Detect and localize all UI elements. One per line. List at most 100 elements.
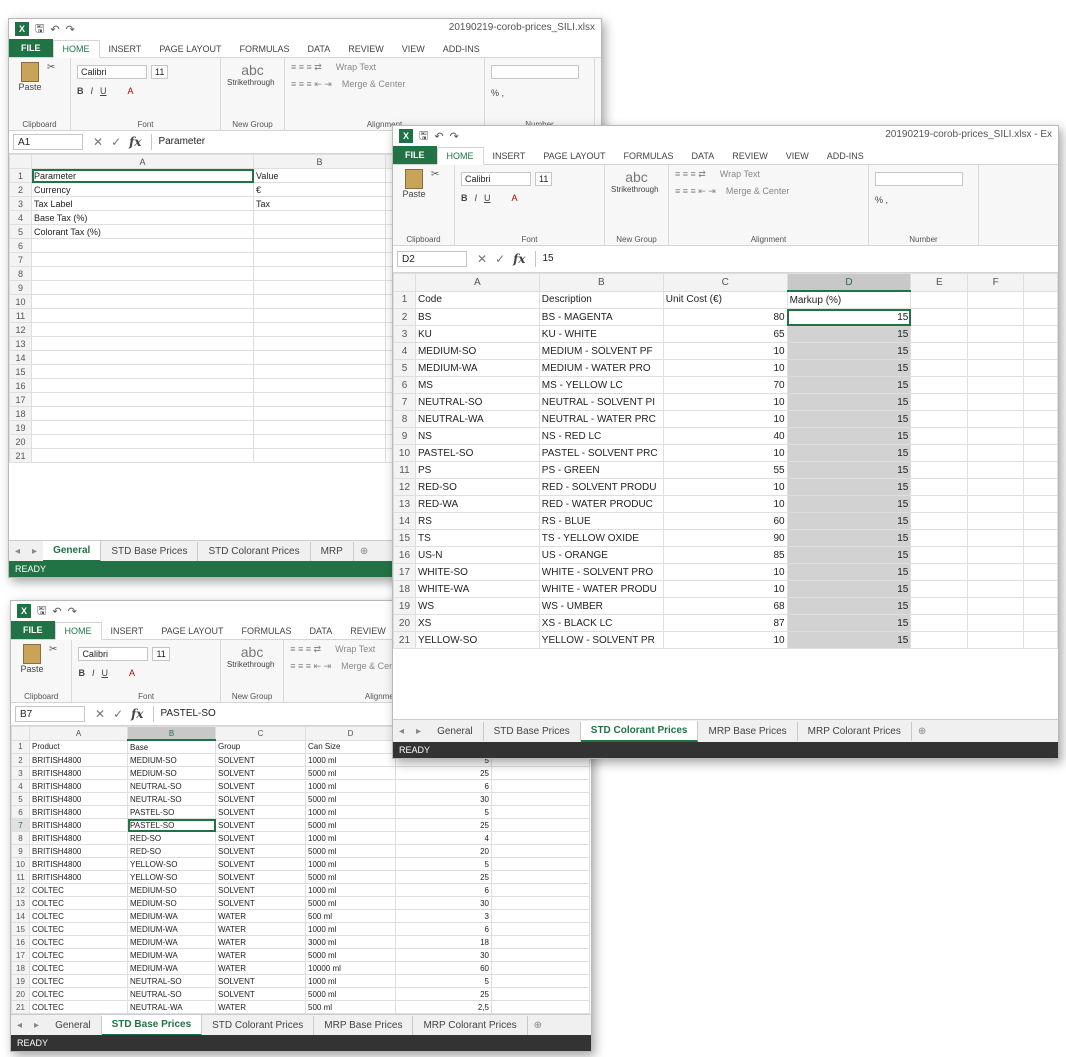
- row-header[interactable]: 5: [393, 359, 416, 377]
- cut-icon[interactable]: ✂: [431, 169, 439, 180]
- cell[interactable]: 3: [395, 909, 492, 923]
- cell[interactable]: 10: [662, 631, 788, 649]
- cell[interactable]: Base Tax (%): [31, 210, 254, 225]
- row-header[interactable]: 13: [9, 336, 32, 351]
- row-header[interactable]: 21: [9, 448, 32, 463]
- save-icon[interactable]: 🖫: [37, 602, 46, 621]
- cell[interactable]: Currency: [31, 182, 254, 197]
- cell[interactable]: COLTEC: [29, 896, 128, 910]
- cell[interactable]: [31, 420, 254, 435]
- cell[interactable]: [491, 909, 590, 923]
- row-header[interactable]: 2: [11, 753, 30, 767]
- cell[interactable]: 15: [786, 359, 912, 377]
- row-header[interactable]: 20: [11, 987, 30, 1001]
- row-header[interactable]: 19: [9, 420, 32, 435]
- cell[interactable]: 10: [662, 580, 788, 598]
- cell[interactable]: 15: [786, 393, 912, 411]
- cell[interactable]: [910, 563, 969, 581]
- cell[interactable]: [491, 831, 590, 845]
- name-box[interactable]: D2: [397, 251, 467, 267]
- cell[interactable]: [910, 478, 969, 496]
- ribbon-tab-add-ins[interactable]: ADD-INS: [818, 148, 873, 164]
- cell[interactable]: SOLVENT: [215, 779, 306, 793]
- cell[interactable]: [253, 224, 386, 239]
- cell[interactable]: 1000 ml: [305, 883, 396, 897]
- cell[interactable]: YELLOW-SO: [127, 857, 216, 871]
- ribbon-tab-view[interactable]: VIEW: [777, 148, 818, 164]
- sheet-tab-mrp-base-prices[interactable]: MRP Base Prices: [314, 1015, 414, 1035]
- column-header[interactable]: A: [29, 726, 128, 741]
- row-header[interactable]: 7: [9, 252, 32, 267]
- cell[interactable]: 5000 ml: [305, 987, 396, 1001]
- cell[interactable]: [910, 376, 969, 394]
- number-format-buttons[interactable]: % ,: [491, 88, 588, 98]
- cell[interactable]: RS: [414, 512, 540, 530]
- row-header[interactable]: 20: [393, 614, 416, 632]
- row-header[interactable]: 11: [9, 308, 32, 323]
- cell[interactable]: [253, 280, 386, 295]
- cell[interactable]: SOLVENT: [215, 753, 306, 767]
- italic-button[interactable]: I: [91, 86, 94, 96]
- cell[interactable]: [967, 444, 1025, 462]
- cell[interactable]: NEUTRAL-SO: [127, 779, 216, 793]
- cell[interactable]: COLTEC: [29, 987, 128, 1001]
- cell[interactable]: SOLVENT: [215, 896, 306, 910]
- cell[interactable]: PASTEL - SOLVENT PRC: [538, 444, 664, 462]
- cell[interactable]: 80: [662, 308, 788, 326]
- cell[interactable]: [253, 420, 386, 435]
- formula-input[interactable]: 15: [535, 251, 1058, 267]
- cell[interactable]: RED - SOLVENT PRODU: [538, 478, 664, 496]
- cell[interactable]: 10: [662, 563, 788, 581]
- cell[interactable]: [31, 406, 254, 421]
- next-sheet-icon[interactable]: ▸: [26, 546, 43, 557]
- redo-icon[interactable]: ↷: [450, 130, 459, 143]
- cell[interactable]: NEUTRAL-WA: [127, 1000, 216, 1014]
- sheet-tab-mrp-colorant-prices[interactable]: MRP Colorant Prices: [798, 721, 912, 741]
- cell[interactable]: RED-SO: [127, 844, 216, 858]
- row-header[interactable]: 17: [393, 563, 416, 581]
- cell[interactable]: [253, 294, 386, 309]
- row-header[interactable]: 19: [393, 597, 416, 615]
- cell[interactable]: COLTEC: [29, 948, 128, 962]
- cancel-icon[interactable]: ✕: [93, 135, 103, 149]
- cell[interactable]: [253, 238, 386, 253]
- cell[interactable]: SOLVENT: [215, 857, 306, 871]
- cell[interactable]: [967, 342, 1025, 360]
- cell[interactable]: 10: [662, 410, 788, 428]
- cell[interactable]: [910, 461, 969, 479]
- cell[interactable]: BRITISH4800: [29, 870, 128, 884]
- cell[interactable]: [491, 844, 590, 858]
- sheet-tab-std-colorant-prices[interactable]: STD Colorant Prices: [580, 720, 699, 742]
- ribbon-tab-view[interactable]: VIEW: [393, 41, 434, 57]
- cell[interactable]: [253, 364, 386, 379]
- cell[interactable]: 5000 ml: [305, 870, 396, 884]
- cell[interactable]: Colorant Tax (%): [31, 224, 254, 239]
- cell[interactable]: MEDIUM-SO: [414, 342, 540, 360]
- cell[interactable]: [1023, 478, 1058, 496]
- row-header[interactable]: 12: [9, 322, 32, 337]
- row-header[interactable]: 20: [9, 434, 32, 449]
- cell[interactable]: 15: [786, 342, 912, 360]
- cell[interactable]: [31, 336, 254, 351]
- undo-icon[interactable]: ↶: [434, 130, 443, 143]
- prev-sheet-icon[interactable]: ◂: [11, 1020, 28, 1031]
- cell[interactable]: SOLVENT: [215, 844, 306, 858]
- add-sheet-icon[interactable]: ⊕: [912, 726, 932, 737]
- row-header[interactable]: 17: [11, 948, 30, 962]
- cell[interactable]: [491, 935, 590, 949]
- cell[interactable]: 5000 ml: [305, 844, 396, 858]
- cell[interactable]: [1023, 410, 1058, 428]
- row-header[interactable]: 3: [393, 325, 416, 343]
- cell[interactable]: [910, 393, 969, 411]
- sheet-tab-std-base-prices[interactable]: STD Base Prices: [484, 721, 581, 741]
- row-header[interactable]: 9: [9, 280, 32, 295]
- cell[interactable]: [1023, 290, 1058, 309]
- cell[interactable]: [253, 252, 386, 267]
- cell[interactable]: [491, 792, 590, 806]
- cell[interactable]: 6: [395, 922, 492, 936]
- cell[interactable]: [967, 325, 1025, 343]
- row-header[interactable]: 14: [11, 909, 30, 923]
- bold-button[interactable]: B: [77, 86, 84, 96]
- cell[interactable]: 18: [395, 935, 492, 949]
- enter-icon[interactable]: ✓: [113, 707, 123, 721]
